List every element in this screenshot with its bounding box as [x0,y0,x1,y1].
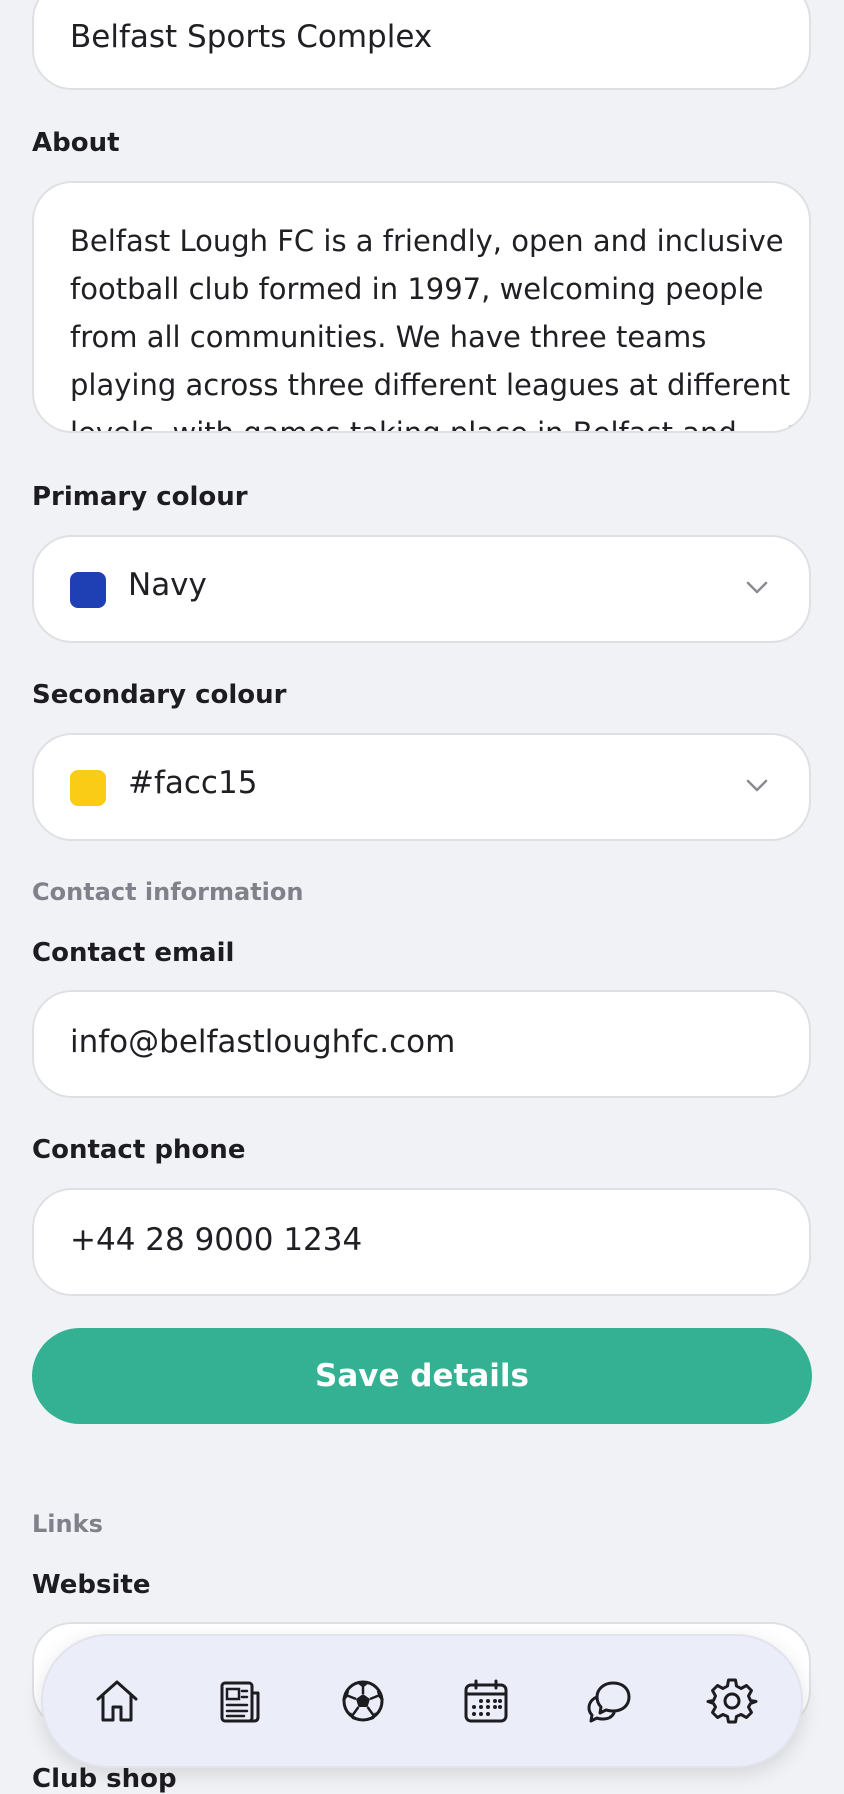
contact-phone-field[interactable]: +44 28 9000 1234 [32,1188,811,1296]
secondary-colour-value: #facc15 [128,765,258,801]
venue-field-value: Belfast Sports Complex [70,19,433,55]
nav-chat[interactable] [577,1669,641,1733]
contact-section-label: Contact information [32,878,304,906]
primary-colour-select[interactable]: Navy [32,535,811,643]
contact-phone-value: +44 28 9000 1234 [70,1222,363,1258]
club-shop-label: Club shop [32,1764,177,1794]
primary-colour-value: Navy [128,567,207,603]
contact-email-value: info@belfastloughfc.com [70,1024,456,1060]
venue-field[interactable]: Belfast Sports Complex [32,0,811,90]
settings-icon [706,1678,758,1724]
about-label: About [32,128,120,158]
chat-icon [587,1681,631,1723]
nav-matches[interactable] [331,1669,395,1733]
about-textarea[interactable]: Belfast Lough FC is a friendly, open and… [32,181,811,433]
contact-email-field[interactable]: info@belfastloughfc.com [32,990,811,1098]
nav-news[interactable] [208,1669,272,1733]
website-label: Website [32,1570,151,1600]
links-section-label: Links [32,1510,103,1538]
nav-settings[interactable] [700,1669,764,1733]
about-text: Belfast Lough FC is a friendly, open and… [70,224,791,433]
contact-email-label: Contact email [32,938,235,968]
bottom-nav [41,1634,803,1768]
secondary-colour-select[interactable]: #facc15 [32,733,811,841]
save-details-button[interactable]: Save details [32,1328,812,1424]
secondary-colour-swatch [70,770,106,806]
home-icon [96,1680,138,1722]
nav-calendar[interactable] [454,1669,518,1733]
primary-colour-label: Primary colour [32,482,248,512]
secondary-colour-label: Secondary colour [32,680,287,710]
chevron-down-icon [746,581,768,594]
contact-phone-label: Contact phone [32,1135,246,1165]
primary-colour-swatch [70,572,106,608]
news-icon [220,1681,260,1723]
chevron-down-icon [746,779,768,792]
football-icon [342,1680,384,1722]
nav-home[interactable] [85,1669,149,1733]
calendar-icon [464,1679,508,1723]
